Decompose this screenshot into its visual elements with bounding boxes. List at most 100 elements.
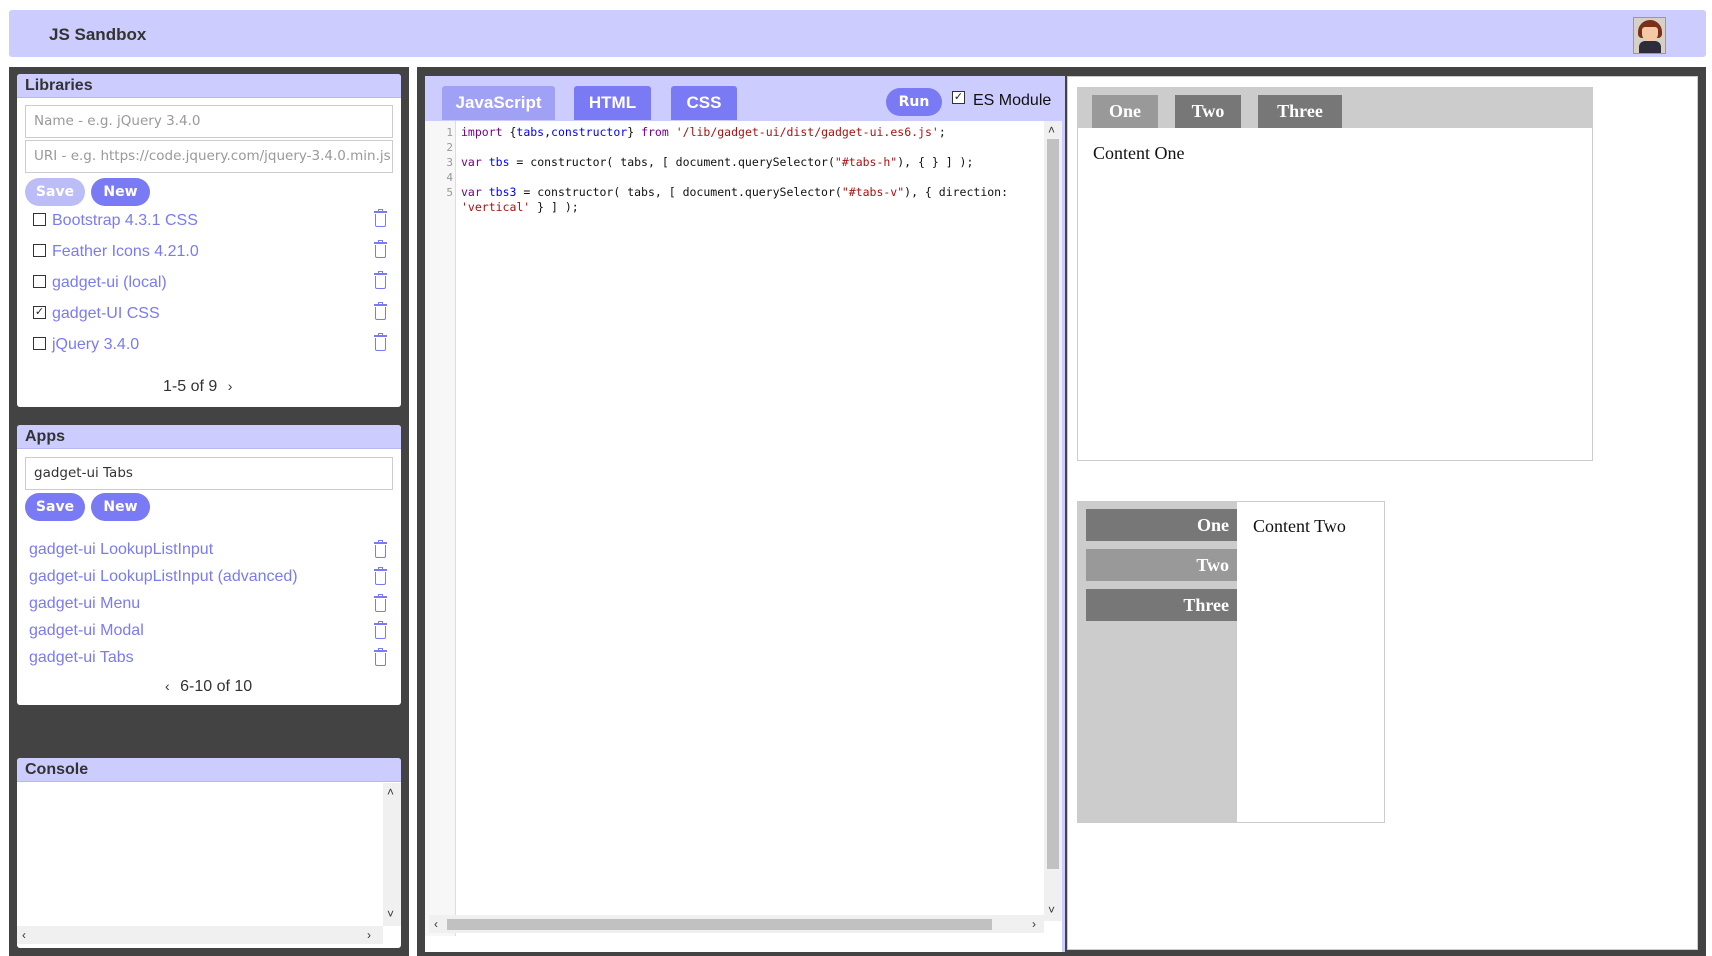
app-item: gadget-ui Tabs — [29, 646, 393, 672]
trash-icon[interactable] — [373, 209, 388, 228]
vtab-two[interactable]: Two — [1086, 549, 1237, 581]
console-output[interactable] — [17, 783, 383, 926]
library-checkbox[interactable]: ✓ — [33, 306, 46, 319]
app-link[interactable]: gadget-ui Tabs — [29, 649, 134, 667]
app-title: JS Sandbox — [49, 25, 147, 44]
scrollbar-thumb[interactable] — [447, 919, 992, 930]
trash-icon[interactable] — [373, 540, 388, 559]
app-item: gadget-ui LookupListInput (advanced) — [29, 565, 393, 591]
vtab-one[interactable]: One — [1086, 509, 1237, 541]
scroll-down-icon[interactable]: ˅ — [387, 907, 394, 921]
apps-page-label: 6-10 of 10 — [180, 678, 253, 695]
line-number: 2 — [446, 141, 453, 154]
library-link[interactable]: Feather Icons 4.21.0 — [52, 243, 199, 261]
horizontal-tab-bar: One Two Three — [1078, 88, 1592, 128]
library-uri-input[interactable]: URI - e.g. https://code.jquery.com/jquer… — [25, 140, 393, 173]
htab-three[interactable]: Three — [1258, 95, 1342, 128]
library-item: jQuery 3.4.0 — [25, 333, 393, 364]
app-item: gadget-ui Modal — [29, 619, 393, 645]
user-avatar[interactable] — [1633, 17, 1666, 54]
trash-icon[interactable] — [373, 333, 388, 352]
es-module-checkbox[interactable]: ✓ — [952, 91, 965, 104]
library-checkbox[interactable] — [33, 213, 46, 226]
line-number: 1 — [446, 126, 453, 139]
code-line-wrapped[interactable]: 'vertical' } ] ); — [461, 200, 579, 214]
app-link[interactable]: gadget-ui LookupListInput — [29, 541, 213, 559]
scroll-up-icon[interactable]: ˄ — [1048, 123, 1055, 137]
sidebar: Libraries Name - e.g. jQuery 3.4.0 URI -… — [9, 67, 409, 956]
chevron-left-icon[interactable]: ‹ — [165, 678, 170, 694]
trash-icon[interactable] — [373, 567, 388, 586]
apps-pagination: ‹ 6-10 of 10 — [165, 678, 252, 696]
libraries-page-label: 1-5 of 9 — [163, 378, 218, 395]
htab-two[interactable]: Two — [1175, 95, 1241, 128]
library-name-input[interactable]: Name - e.g. jQuery 3.4.0 — [25, 105, 393, 138]
trash-icon[interactable] — [373, 648, 388, 667]
line-number: 5 — [446, 186, 453, 199]
app-link[interactable]: gadget-ui LookupListInput (advanced) — [29, 568, 298, 586]
library-checkbox[interactable] — [33, 244, 46, 257]
library-checkbox[interactable] — [33, 275, 46, 288]
htab-one[interactable]: One — [1092, 95, 1158, 128]
library-link[interactable]: gadget-UI CSS — [52, 305, 160, 323]
scroll-right-icon[interactable]: › — [1032, 917, 1036, 931]
trash-icon[interactable] — [373, 594, 388, 613]
library-link[interactable]: Bootstrap 4.3.1 CSS — [52, 212, 198, 230]
library-save-button[interactable]: Save — [25, 178, 85, 206]
app-link[interactable]: gadget-ui Menu — [29, 595, 140, 613]
console-vertical-scrollbar[interactable]: ˄ ˅ — [383, 783, 401, 926]
line-number: 3 — [446, 156, 453, 169]
scroll-left-icon[interactable]: ‹ — [22, 928, 26, 942]
chevron-right-icon[interactable]: › — [228, 378, 233, 394]
app-save-button[interactable]: Save — [25, 493, 85, 521]
pane-resizer[interactable] — [1062, 76, 1065, 952]
library-item: ✓ gadget-UI CSS — [25, 302, 393, 333]
tab-css[interactable]: CSS — [671, 86, 737, 120]
line-number-gutter: 1 2 3 4 5 — [425, 121, 456, 936]
scroll-right-icon[interactable]: › — [367, 928, 371, 942]
scrollbar-thumb[interactable] — [1047, 139, 1059, 869]
app-item: gadget-ui Menu — [29, 592, 393, 618]
preview-pane: One Two Three Content One One Two Three … — [1067, 76, 1698, 950]
line-number: 4 — [446, 171, 453, 184]
editor-horizontal-scrollbar[interactable]: ‹ › — [429, 915, 1044, 933]
console-title: Console — [17, 758, 401, 782]
code-editor-pane: JavaScript HTML CSS Run ✓ ES Module 1 2 … — [425, 76, 1062, 952]
apps-title: Apps — [17, 425, 401, 449]
app-new-button[interactable]: New — [91, 493, 150, 521]
library-item: gadget-ui (local) — [25, 271, 393, 302]
library-link[interactable]: gadget-ui (local) — [52, 274, 167, 292]
library-item: Feather Icons 4.21.0 — [25, 240, 393, 271]
trash-icon[interactable] — [373, 271, 388, 290]
editor-vertical-scrollbar[interactable]: ˄ ˅ — [1044, 121, 1062, 921]
tab-html[interactable]: HTML — [574, 86, 651, 120]
apps-panel: Apps gadget-ui Tabs Save New gadget-ui L… — [17, 425, 401, 705]
library-checkbox[interactable] — [33, 337, 46, 350]
horizontal-tabs-widget: One Two Three Content One — [1077, 87, 1593, 461]
trash-icon[interactable] — [373, 240, 388, 259]
console-panel: Console ˄ ˅ ‹ › — [17, 758, 401, 948]
app-link[interactable]: gadget-ui Modal — [29, 622, 144, 640]
app-header: JS Sandbox — [9, 10, 1706, 57]
library-item: Bootstrap 4.3.1 CSS — [25, 209, 393, 240]
vertical-tabs-widget: One Two Three Content Two — [1077, 501, 1385, 823]
trash-icon[interactable] — [373, 302, 388, 321]
app-item: gadget-ui LookupListInput — [29, 538, 393, 564]
code-line[interactable]: var tbs = constructor( tabs, [ document.… — [461, 155, 973, 169]
scroll-left-icon[interactable]: ‹ — [434, 917, 438, 931]
code-line[interactable]: import {tabs,constructor} from '/lib/gad… — [461, 125, 946, 139]
vtab-three[interactable]: Three — [1086, 589, 1237, 621]
libraries-panel: Libraries Name - e.g. jQuery 3.4.0 URI -… — [17, 74, 401, 407]
console-horizontal-scrollbar[interactable]: ‹ › — [17, 926, 383, 944]
code-line[interactable]: var tbs3 = constructor( tabs, [ document… — [461, 185, 1008, 199]
scroll-up-icon[interactable]: ˄ — [387, 785, 394, 799]
editor-tab-bar: JavaScript HTML CSS Run ✓ ES Module — [425, 76, 1062, 121]
scroll-down-icon[interactable]: ˅ — [1048, 903, 1055, 917]
app-name-input[interactable]: gadget-ui Tabs — [25, 457, 393, 490]
run-button[interactable]: Run — [886, 88, 942, 116]
library-link[interactable]: jQuery 3.4.0 — [52, 336, 139, 354]
trash-icon[interactable] — [373, 621, 388, 640]
library-new-button[interactable]: New — [91, 178, 150, 206]
vertical-tab-rail: One Two Three — [1078, 502, 1237, 822]
tab-javascript[interactable]: JavaScript — [442, 86, 555, 120]
